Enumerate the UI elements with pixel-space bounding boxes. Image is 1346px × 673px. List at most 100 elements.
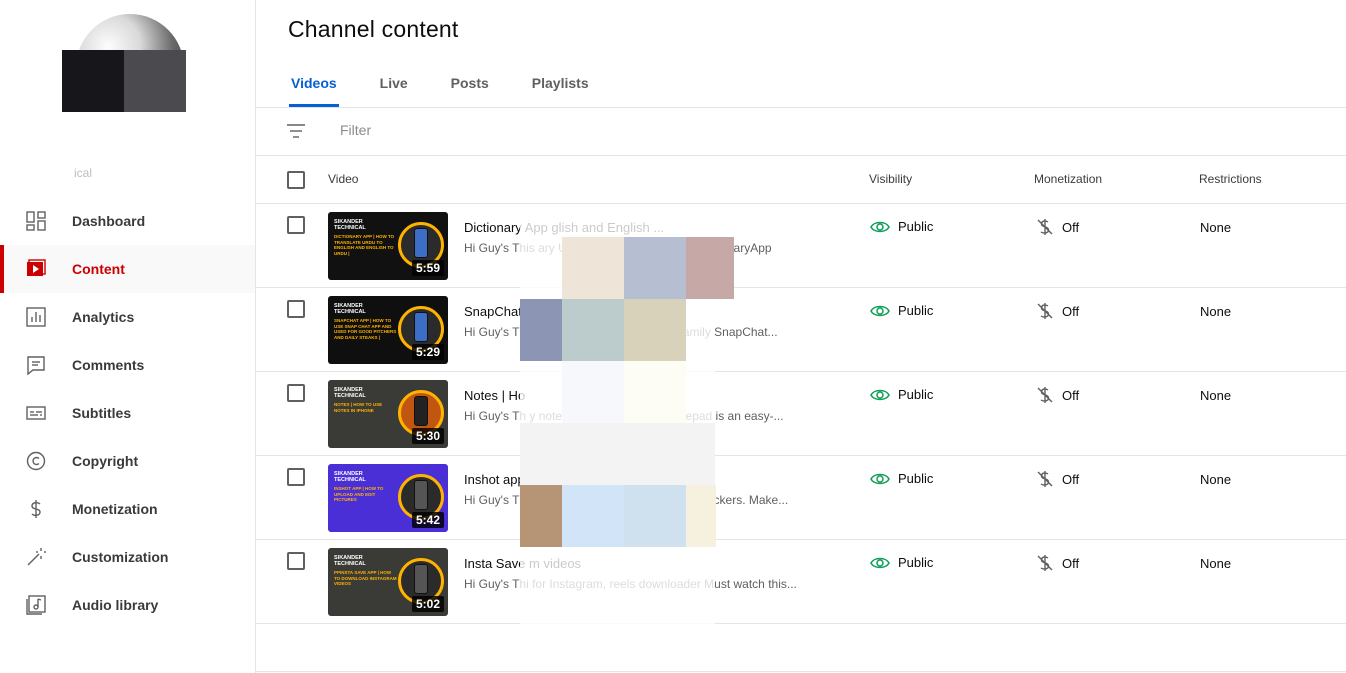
table-row[interactable]: SIKANDER TECHNICAL SNAPCHAT APP | HOW TO… — [256, 288, 1346, 372]
column-video[interactable]: Video — [328, 172, 358, 186]
sidebar-item-subtitles[interactable]: Subtitles — [0, 389, 255, 437]
video-duration: 5:29 — [411, 344, 444, 360]
row-checkbox[interactable] — [287, 384, 305, 402]
visibility-cell[interactable]: Public — [870, 387, 933, 402]
restrictions-value: None — [1200, 304, 1232, 319]
monetization-value: Off — [1062, 555, 1080, 571]
dashboard-icon — [25, 210, 47, 232]
visibility-value: Public — [898, 471, 934, 486]
tab-playlists[interactable]: Playlists — [517, 64, 604, 107]
sidebar-item-analytics[interactable]: Analytics — [0, 293, 255, 341]
eye-icon — [870, 557, 890, 568]
table-header: Video Visibility Monetization Restrictio… — [256, 156, 1346, 203]
sidebar-item-label: Copyright — [72, 453, 139, 469]
tab-videos[interactable]: Videos — [276, 64, 352, 107]
sidebar-item-label: Dashboard — [72, 213, 146, 229]
sidebar-item-label: Content — [72, 261, 125, 277]
monetization-value: Off — [1062, 219, 1080, 235]
sidebar-item-dashboard[interactable]: Dashboard — [0, 197, 255, 245]
channel-name: ical — [74, 166, 93, 180]
sidebar-item-audio-library[interactable]: Audio library — [0, 581, 255, 629]
dollar-icon — [25, 498, 47, 520]
sidebar: ical Dashboard Content Analytics Comment… — [0, 0, 256, 673]
main-content: Channel content Videos Live Posts Playli… — [256, 0, 1346, 673]
row-checkbox[interactable] — [287, 216, 305, 234]
page-title: Channel content — [288, 16, 459, 42]
restrictions-value: None — [1200, 220, 1232, 235]
content-tabs: Videos Live Posts Playlists — [276, 64, 617, 107]
thumbnail-text: NOTES | HOW TO USE NOTES IN IPHONE — [334, 402, 383, 413]
monetization-off-icon — [1037, 471, 1053, 487]
eye-icon — [870, 305, 890, 316]
monetization-off-icon — [1037, 555, 1053, 571]
video-thumbnail[interactable]: SIKANDER TECHNICAL SNAPCHAT APP | HOW TO… — [328, 296, 448, 364]
eye-icon — [870, 473, 890, 484]
monetization-cell[interactable]: Off — [1036, 554, 1079, 572]
video-thumbnail[interactable]: SIKANDER TECHNICAL DICTIONARY APP | HOW … — [328, 212, 448, 280]
thumbnail-text: INSHOT APP | HOW TO UPLOAD AND EDIT PICT… — [334, 486, 384, 502]
visibility-cell[interactable]: Public — [870, 303, 933, 318]
analytics-icon — [25, 306, 47, 328]
visibility-value: Public — [898, 555, 934, 570]
thumbnail-brand: SIKANDER TECHNICAL — [334, 219, 366, 231]
select-all-checkbox[interactable] — [287, 171, 305, 189]
restrictions-value: None — [1200, 556, 1232, 571]
thumbnail-brand: SIKANDER TECHNICAL — [334, 303, 366, 315]
video-duration: 5:30 — [411, 428, 444, 444]
sidebar-item-label: Customization — [72, 549, 169, 565]
tab-live[interactable]: Live — [365, 64, 423, 107]
row-checkbox[interactable] — [287, 468, 305, 486]
monetization-cell[interactable]: Off — [1036, 218, 1079, 236]
column-monetization[interactable]: Monetization — [1034, 172, 1102, 186]
sidebar-item-copyright[interactable]: Copyright — [0, 437, 255, 485]
eye-icon — [870, 389, 890, 400]
thumbnail-brand: SIKANDER TECHNICAL — [334, 387, 366, 399]
thumbnail-text: SNAPCHAT APP | HOW TO USE SNAP CHAT APP … — [334, 318, 397, 340]
restrictions-value: None — [1200, 388, 1232, 403]
tab-posts[interactable]: Posts — [436, 64, 504, 107]
visibility-cell[interactable]: Public — [870, 555, 933, 570]
visibility-value: Public — [898, 219, 934, 234]
video-thumbnail[interactable]: SIKANDER TECHNICAL INSHOT APP | HOW TO U… — [328, 464, 448, 532]
table-row[interactable]: SIKANDER TECHNICAL NOTES | HOW TO USE NO… — [256, 372, 1346, 456]
sidebar-item-customization[interactable]: Customization — [0, 533, 255, 581]
row-checkbox[interactable] — [287, 552, 305, 570]
filter-icon[interactable] — [286, 123, 306, 139]
column-restrictions[interactable]: Restrictions — [1199, 172, 1262, 186]
visibility-cell[interactable]: Public — [870, 219, 933, 234]
audio-library-icon — [25, 594, 47, 616]
comments-icon — [25, 354, 47, 376]
channel-avatar[interactable] — [62, 14, 186, 112]
thumbnail-text: PPINSTA SAVE APP | HOW TO DOWNLOAD INSTA… — [334, 570, 397, 586]
visibility-cell[interactable]: Public — [870, 471, 933, 486]
filter-bar — [256, 108, 1346, 155]
video-thumbnail[interactable]: SIKANDER TECHNICAL NOTES | HOW TO USE NO… — [328, 380, 448, 448]
filter-input[interactable] — [340, 122, 740, 138]
table-row[interactable]: SIKANDER TECHNICAL DICTIONARY APP | HOW … — [256, 204, 1346, 288]
row-checkbox[interactable] — [287, 300, 305, 318]
thumbnail-brand: SIKANDER TECHNICAL — [334, 471, 366, 483]
visibility-value: Public — [898, 387, 934, 402]
sidebar-item-label: Analytics — [72, 309, 135, 325]
sidebar-nav: Dashboard Content Analytics Comments Sub… — [0, 197, 255, 629]
monetization-cell[interactable]: Off — [1036, 386, 1079, 404]
monetization-cell[interactable]: Off — [1036, 302, 1079, 320]
thumbnail-text: DICTIONARY APP | HOW TO TRANSLATE URDU T… — [334, 234, 395, 256]
monetization-cell[interactable]: Off — [1036, 470, 1079, 488]
sidebar-item-label: Subtitles — [72, 405, 132, 421]
monetization-value: Off — [1062, 387, 1080, 403]
column-visibility[interactable]: Visibility — [869, 172, 912, 186]
table-row[interactable]: SIKANDER TECHNICAL PPINSTA SAVE APP | HO… — [256, 540, 1346, 624]
video-duration: 5:59 — [411, 260, 444, 276]
sidebar-item-content[interactable]: Content — [0, 245, 255, 293]
table-row[interactable]: SIKANDER TECHNICAL INSHOT APP | HOW TO U… — [256, 456, 1346, 540]
thumbnail-brand: SIKANDER TECHNICAL — [334, 555, 366, 567]
sidebar-item-label: Monetization — [72, 501, 158, 517]
restrictions-value: None — [1200, 472, 1232, 487]
sidebar-item-monetization[interactable]: Monetization — [0, 485, 255, 533]
sidebar-item-label: Comments — [72, 357, 145, 373]
monetization-value: Off — [1062, 471, 1080, 487]
sidebar-item-comments[interactable]: Comments — [0, 341, 255, 389]
video-thumbnail[interactable]: SIKANDER TECHNICAL PPINSTA SAVE APP | HO… — [328, 548, 448, 616]
monetization-off-icon — [1037, 303, 1053, 319]
